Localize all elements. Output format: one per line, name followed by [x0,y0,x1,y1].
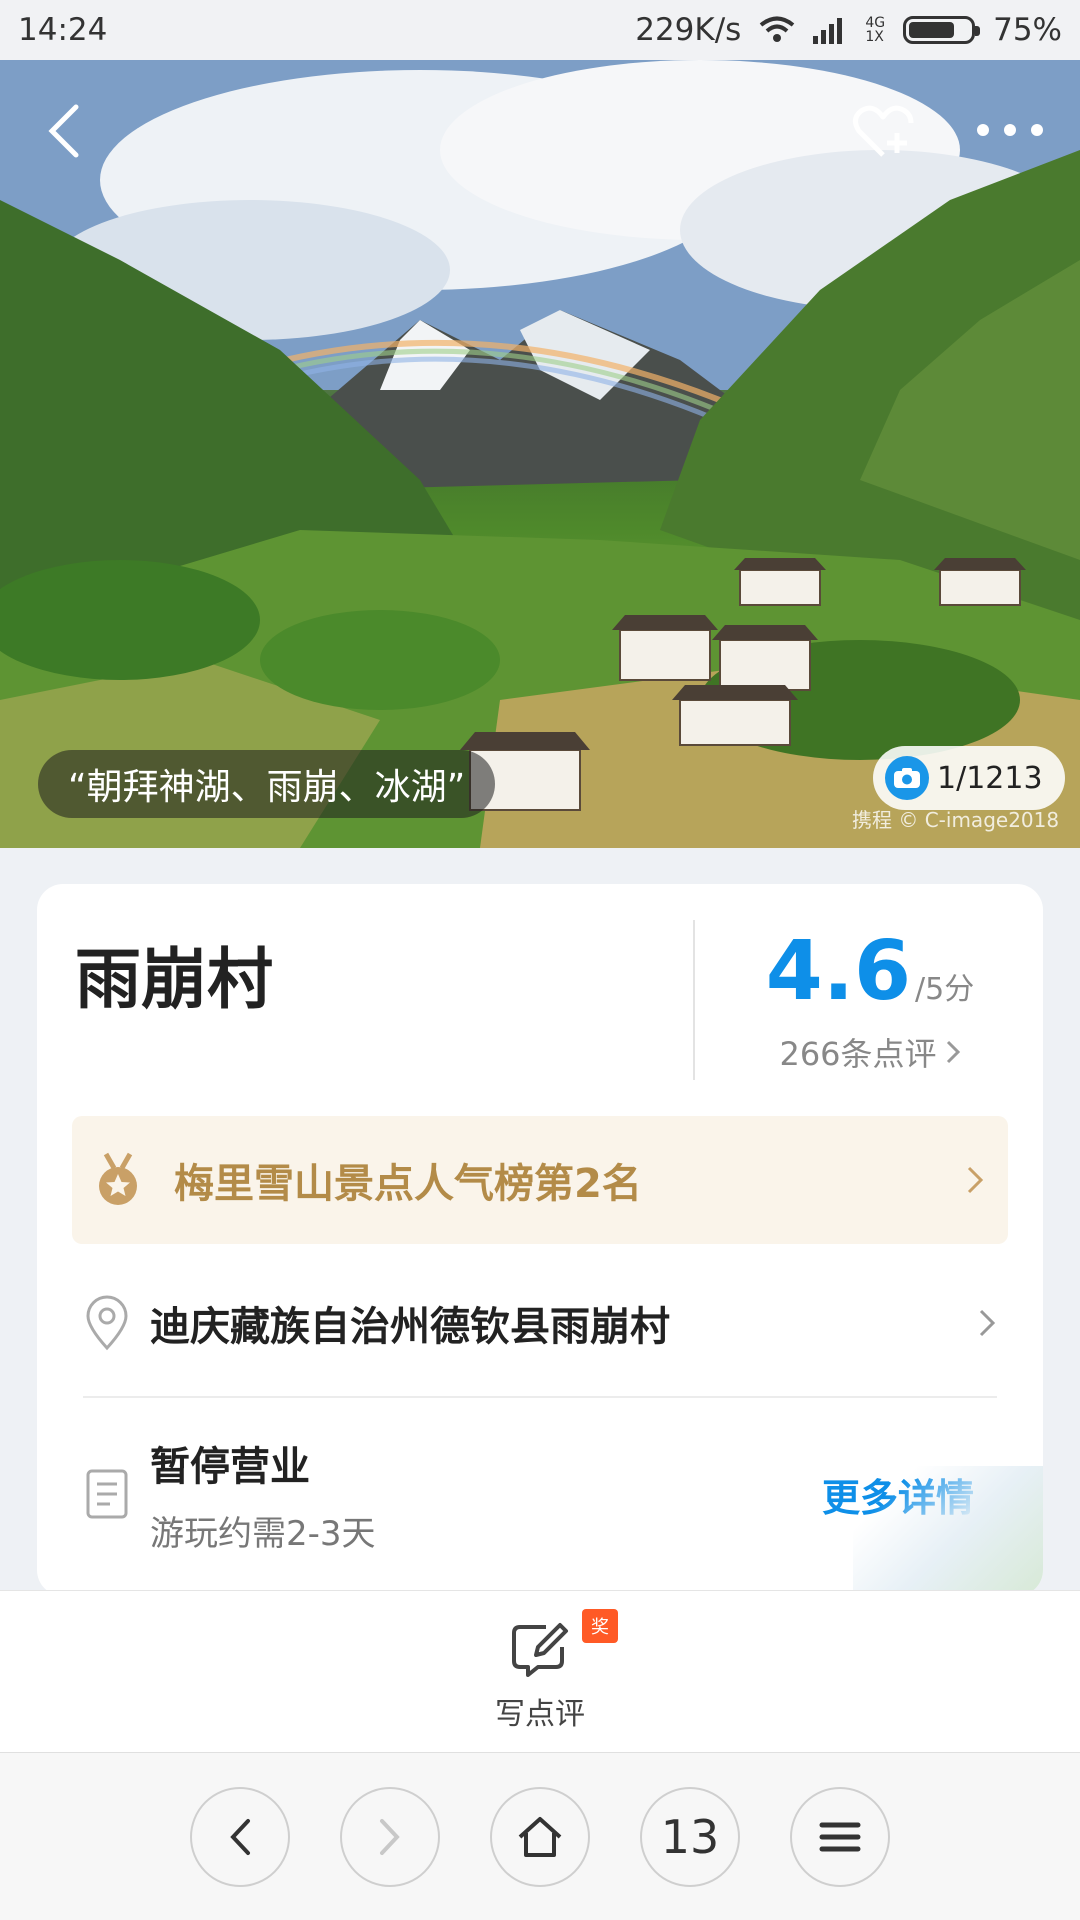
visit-duration: 游玩约需2-3天 [150,1513,376,1554]
hero-caption: “朝拜神湖、雨崩、冰湖” [38,750,496,818]
favorite-button[interactable] [848,96,918,166]
map-decoration [853,1466,1043,1596]
net-type-bottom: 1X [865,29,884,45]
signal-icon [813,18,843,44]
row-divider [83,1396,997,1398]
chevron-right-icon [946,1040,960,1064]
rating-max: /5分 [915,972,975,1007]
chevron-left-icon [48,104,79,158]
tabs-count: 13 [660,1810,720,1864]
net-type-top: 4G [865,15,886,31]
review-count: 266条点评 [779,1035,937,1073]
chevron-right-icon [979,1309,996,1337]
status-bar: 14:24 229K/s 4G 1X 75% [0,0,1080,60]
rating-score: 4.6 [765,924,912,1019]
battery-fill [909,22,955,38]
edit-icon [512,1623,568,1677]
browser-forward-button[interactable] [340,1787,440,1887]
attraction-title: 雨崩村 [75,941,273,1018]
wifi-icon [760,16,795,42]
browser-home-button[interactable] [490,1787,590,1887]
write-review-bar: 写点评 奖 [0,1590,1080,1752]
rank-text: 梅里雪山景点人气榜第2名 [174,1161,642,1207]
photo-count-text: 1/1213 [937,760,1043,796]
opening-status: 暂停营业 [150,1443,310,1490]
network-speed: 229K/s [635,12,742,48]
write-review-label: 写点评 [495,1697,585,1732]
network-type: 4G 1X [865,16,885,44]
attraction-info-card: 雨崩村 4.6 /5分 266条点评 梅里雪山景点人气榜第2名 迪庆藏族自治州德… [37,884,1043,1596]
more-dots-icon [977,124,1043,136]
address-text: 迪庆藏族自治州德钦县雨崩村 [150,1304,670,1350]
more-options-button[interactable] [970,100,1050,160]
home-icon [518,1817,562,1857]
browser-menu-button[interactable] [790,1787,890,1887]
opening-texts: 暂停营业 游玩约需2-3天 [150,1434,822,1555]
chevron-right-icon [967,1166,984,1194]
battery-percent: 75% [993,12,1062,48]
browser-back-button[interactable] [190,1787,290,1887]
photo-counter[interactable]: 1/1213 [873,746,1065,810]
landscape-illustration [0,60,1080,848]
hero-image[interactable]: “朝拜神湖、雨崩、冰湖” 1/1213 携程 © C-image2018 [0,60,1080,848]
rating-summary[interactable]: 4.6 /5分 266条点评 [697,924,1043,1075]
chevron-left-icon [230,1819,250,1855]
status-time: 14:24 [18,12,108,48]
chevron-right-icon [380,1819,400,1855]
address-row[interactable]: 迪庆藏族自治州德钦县雨崩村 [72,1264,1008,1382]
browser-tabs-button[interactable]: 13 [640,1787,740,1887]
reward-badge: 奖 [582,1609,618,1643]
camera-icon [885,756,929,800]
document-icon [86,1469,128,1519]
score-row: 4.6 /5分 [697,924,1043,1019]
browser-nav-bar: 13 [0,1752,1080,1920]
battery-icon [903,16,981,44]
vertical-divider [693,920,695,1080]
status-indicators: 229K/s 4G 1X 75% [635,12,1062,48]
medal-icon [99,1152,137,1205]
photo-watermark: 携程 © C-image2018 [852,808,1060,832]
menu-icon [819,1822,861,1852]
back-button[interactable] [34,96,94,166]
reviews-link[interactable]: 266条点评 [697,1029,1043,1075]
location-pin-icon [86,1295,128,1351]
popularity-rank-row[interactable]: 梅里雪山景点人气榜第2名 [72,1116,1008,1244]
heart-plus-icon [853,105,914,157]
